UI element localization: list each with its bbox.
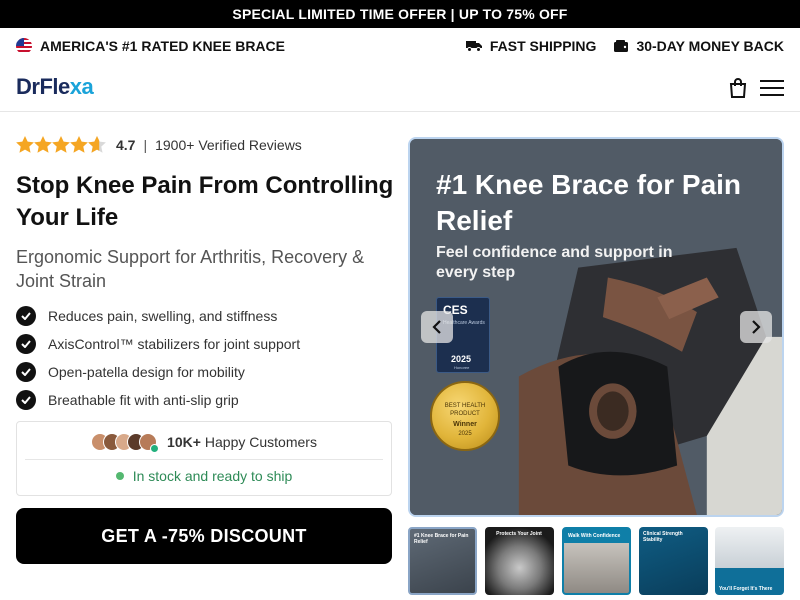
wallet-icon xyxy=(614,40,629,52)
discount-cta-button[interactable]: GET A -75% DISCOUNT xyxy=(16,508,392,564)
benefit-text: Open-patella design for mobility xyxy=(48,364,245,380)
star-half-icon xyxy=(88,136,106,153)
benefit-text: Reduces pain, swelling, and stiffness xyxy=(48,308,278,324)
brand-logo[interactable]: DrFlexa xyxy=(16,74,94,100)
thumbnail[interactable]: #1 Knee Brace for Pain Relief xyxy=(408,527,477,595)
divider xyxy=(25,459,383,460)
checkmark-icon xyxy=(16,334,36,354)
trust-item-shipping: FAST SHIPPING xyxy=(465,38,597,54)
us-flag-icon xyxy=(16,38,32,54)
thumbnail-caption: #1 Knee Brace for Pain Relief xyxy=(414,533,469,545)
star-rating xyxy=(16,136,106,153)
benefits-list: Reduces pain, swelling, and stiffness Ax… xyxy=(16,302,300,414)
benefit-text: Breathable fit with anti-slip grip xyxy=(48,392,239,408)
verified-check-icon xyxy=(150,444,160,453)
social-proof-box: 10K+ Happy Customers In stock and ready … xyxy=(16,421,392,496)
product-hero-image: #1 Knee Brace for Pain Relief Feel confi… xyxy=(408,137,784,517)
trust-bar: AMERICA'S #1 RATED KNEE BRACE FAST SHIPP… xyxy=(0,28,800,64)
happy-customers: 10K+ Happy Customers xyxy=(17,430,391,454)
hero-subheading: Feel confidence and support in every ste… xyxy=(436,244,673,281)
medal-line: PRODUCT xyxy=(450,411,480,417)
gallery-prev-button[interactable] xyxy=(421,311,453,343)
promo-bar: SPECIAL LIMITED TIME OFFER | UP TO 75% O… xyxy=(0,0,800,28)
gallery-next-button[interactable] xyxy=(740,311,772,343)
benefit-item: Open-patella design for mobility xyxy=(16,358,300,386)
reviews-count[interactable]: 1900+ Verified Reviews xyxy=(155,137,302,153)
medal-line: BEST HEALTH xyxy=(444,403,486,409)
benefit-item: Reduces pain, swelling, and stiffness xyxy=(16,302,300,330)
ces-year: 2025 xyxy=(451,354,472,364)
logo-accent: xa xyxy=(69,74,94,99)
truck-icon xyxy=(465,41,482,52)
product-title: Stop Knee Pain From Controlling Your Lif… xyxy=(16,172,394,231)
thumbnail[interactable]: Protects Your Joint xyxy=(485,527,554,595)
benefit-item: AxisControl™ stabilizers for joint suppo… xyxy=(16,330,300,358)
product-subtitle: Ergonomic Support for Arthritis, Recover… xyxy=(16,247,365,291)
benefit-item: Breathable fit with anti-slip grip xyxy=(16,386,300,414)
hero-heading: #1 Knee Brace for Pain Relief xyxy=(436,169,742,236)
thumbnail-caption: You'll Forget It's There xyxy=(719,586,773,592)
customers-count: 10K+ xyxy=(167,434,201,450)
checkmark-icon xyxy=(16,390,36,410)
medal-line: 2025 xyxy=(458,431,472,437)
star-icon xyxy=(34,136,52,153)
site-header: DrFlexa xyxy=(0,64,800,112)
hamburger-menu-icon[interactable] xyxy=(760,79,784,97)
thumbnail[interactable]: You'll Forget It's There xyxy=(715,527,784,595)
thumbnail[interactable]: Walk With Confidence xyxy=(562,527,631,595)
customer-avatars xyxy=(91,433,160,453)
trust-money-back-label: 30-DAY MONEY BACK xyxy=(636,38,784,54)
stock-text: In stock and ready to ship xyxy=(132,468,293,484)
trust-item-money-back: 30-DAY MONEY BACK xyxy=(614,38,784,54)
thumbnail-caption: Clinical Strength Stability xyxy=(643,531,683,543)
checkmark-icon xyxy=(16,306,36,326)
thumbnail[interactable]: Clinical Strength Stability xyxy=(639,527,708,595)
chevron-left-icon xyxy=(432,320,441,334)
stock-status: In stock and ready to ship xyxy=(17,468,391,484)
checkmark-icon xyxy=(16,362,36,382)
chevron-right-icon xyxy=(752,320,761,334)
in-stock-dot-icon xyxy=(115,472,124,480)
thumbnail-caption: Protects Your Joint xyxy=(496,531,542,537)
trust-rated-label: AMERICA'S #1 RATED KNEE BRACE xyxy=(40,38,285,54)
trust-item-rated: AMERICA'S #1 RATED KNEE BRACE xyxy=(16,38,285,54)
star-icon xyxy=(16,136,34,153)
shopping-bag-icon[interactable] xyxy=(729,78,747,98)
customers-label: Happy Customers xyxy=(204,434,317,450)
trust-shipping-label: FAST SHIPPING xyxy=(489,38,597,54)
award-medal: BEST HEALTH PRODUCT Winner 2025 xyxy=(430,381,500,451)
rating-summary[interactable]: 4.7 | 1900+ Verified Reviews xyxy=(16,136,302,153)
medal-line: Winner xyxy=(453,421,477,428)
star-icon xyxy=(52,136,70,153)
thumbnail-caption: Walk With Confidence xyxy=(568,533,621,539)
benefit-text: AxisControl™ stabilizers for joint suppo… xyxy=(48,336,301,352)
rating-value: 4.7 xyxy=(116,136,136,153)
ces-honoree: Honoree xyxy=(454,365,470,370)
logo-text: DrFle xyxy=(16,74,70,99)
star-icon xyxy=(70,136,88,153)
rating-separator: | xyxy=(143,136,148,153)
gallery-thumbnails: #1 Knee Brace for Pain Relief Protects Y… xyxy=(408,527,784,595)
